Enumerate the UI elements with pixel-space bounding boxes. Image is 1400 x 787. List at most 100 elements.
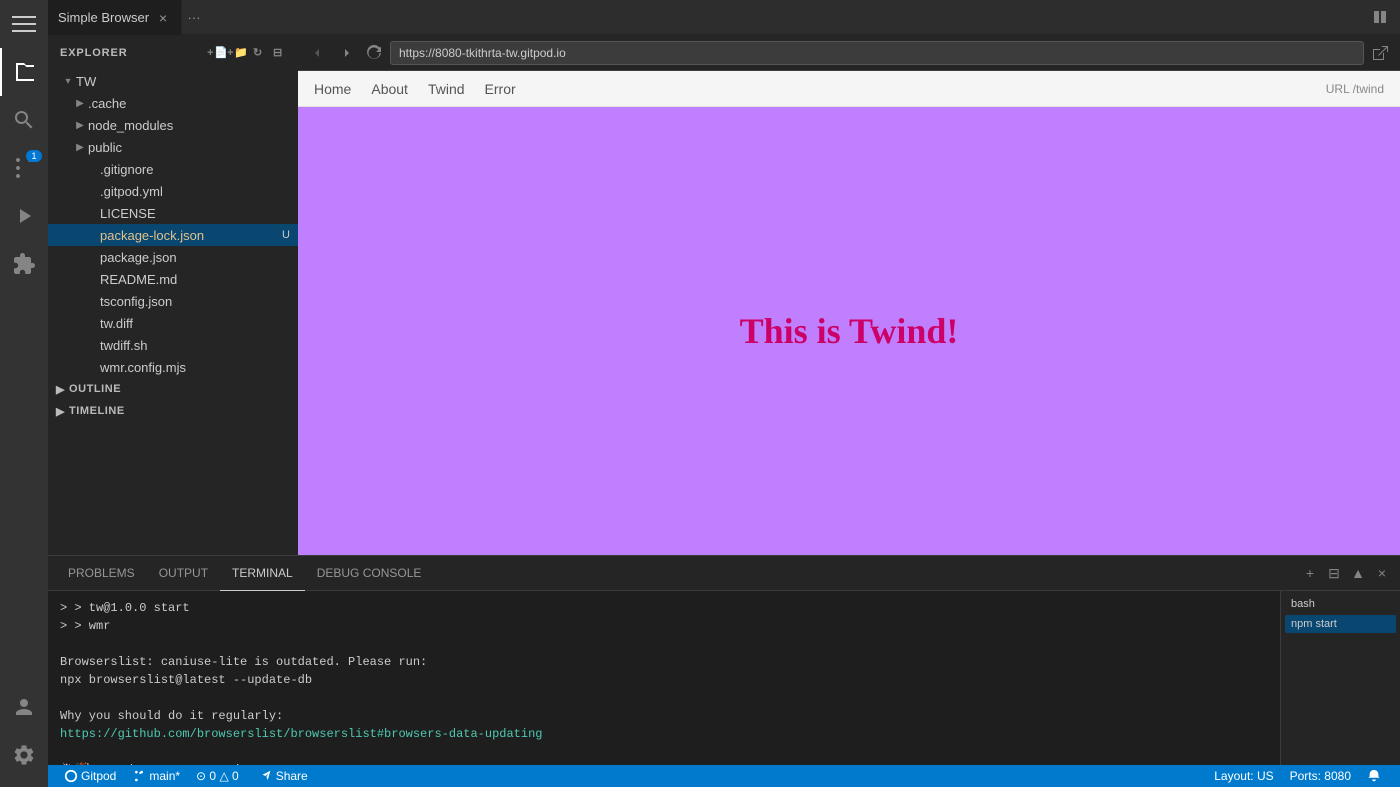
- tree-item-tsconfig[interactable]: tsconfig.json: [48, 290, 298, 312]
- tree-item-gitpod-yml[interactable]: .gitpod.yml: [48, 180, 298, 202]
- tree-item-package-json[interactable]: package.json: [48, 246, 298, 268]
- tree-item-readme[interactable]: README.md: [48, 268, 298, 290]
- explorer-icon[interactable]: [0, 48, 48, 96]
- nav-error-link[interactable]: Error: [485, 81, 516, 97]
- status-layout-label: Layout: US: [1214, 769, 1273, 783]
- tree-item-name: node_modules: [88, 118, 173, 133]
- account-icon[interactable]: [0, 683, 48, 731]
- nav-about-link[interactable]: About: [371, 81, 408, 97]
- file-tree: ▾ TW ▶ .cache ▶ node_modules ▶ public: [48, 70, 298, 555]
- terminal-session-bash[interactable]: bash: [1285, 595, 1396, 613]
- browser-url-display: URL /twind: [1326, 82, 1384, 96]
- nav-twind-link[interactable]: Twind: [428, 81, 465, 97]
- collapse-all-icon[interactable]: ⊟: [270, 45, 286, 61]
- prompt-symbol: >: [60, 601, 74, 615]
- browser-main-heading: This is Twind!: [740, 310, 959, 352]
- tab-output[interactable]: OUTPUT: [147, 556, 220, 591]
- tree-arrow-cache: ▶: [72, 95, 88, 111]
- source-control-icon[interactable]: 1: [0, 144, 48, 192]
- tree-item-name: wmr.config.mjs: [100, 360, 186, 375]
- tab-close-button[interactable]: ×: [155, 10, 171, 26]
- terminal-close-button[interactable]: ×: [1372, 563, 1392, 583]
- tree-item-license[interactable]: LICENSE: [48, 202, 298, 224]
- timeline-arrow: ▶: [56, 405, 65, 418]
- browser-back-button[interactable]: [306, 41, 330, 65]
- tree-item-name: package.json: [100, 250, 177, 265]
- browser-open-external-button[interactable]: [1368, 41, 1392, 65]
- tree-item-cache[interactable]: ▶ .cache: [48, 92, 298, 114]
- status-right: Layout: US Ports: 8080: [1206, 765, 1392, 787]
- terminal-body: > > tw@1.0.0 start > > wmr Browserslist:…: [48, 591, 1400, 765]
- tree-item-name: package-lock.json: [100, 228, 204, 243]
- tree-item-public[interactable]: ▶ public: [48, 136, 298, 158]
- status-errors[interactable]: ⊙ 0 △ 0: [188, 765, 247, 787]
- status-layout[interactable]: Layout: US: [1206, 765, 1281, 787]
- tab-problems[interactable]: PROBLEMS: [56, 556, 147, 591]
- outline-arrow: ▶: [56, 383, 65, 396]
- tree-root-tw[interactable]: ▾ TW: [48, 70, 298, 92]
- terminal-line-blank-2: [60, 689, 1268, 707]
- tree-item-name: .cache: [88, 96, 126, 111]
- terminal-session-npm[interactable]: npm start: [1285, 615, 1396, 633]
- terminal-maximize-button[interactable]: ▲: [1348, 563, 1368, 583]
- timeline-label: TIMELINE: [69, 405, 125, 417]
- main-container: Simple Browser × ··· EXPLORER +📄 +📁 ↻ ⊟: [48, 0, 1400, 787]
- activity-bar: 1: [0, 0, 48, 787]
- tree-item-name: .gitpod.yml: [100, 184, 163, 199]
- split-editor-button[interactable]: [1368, 5, 1392, 29]
- nav-home-link[interactable]: Home: [314, 81, 351, 97]
- tree-item-name: tsconfig.json: [100, 294, 172, 309]
- tab-bar: Simple Browser × ···: [48, 0, 1400, 35]
- status-ports[interactable]: Ports: 8080: [1282, 765, 1359, 787]
- status-ports-label: Ports: 8080: [1290, 769, 1351, 783]
- terminal-tabs: PROBLEMS OUTPUT TERMINAL DEBUG CONSOLE +…: [48, 556, 1400, 591]
- terminal-line-blank-3: [60, 743, 1268, 761]
- status-notifications[interactable]: [1359, 765, 1392, 787]
- tree-item-badge-u: U: [282, 229, 290, 241]
- tree-item-name: tw.diff: [100, 316, 133, 331]
- tree-item-gitignore[interactable]: .gitignore: [48, 158, 298, 180]
- tab-more-button[interactable]: ···: [182, 0, 206, 35]
- refresh-icon[interactable]: ↻: [250, 45, 266, 61]
- browser-refresh-button[interactable]: [362, 41, 386, 65]
- browser-forward-button[interactable]: [334, 41, 358, 65]
- outline-section[interactable]: ▶ OUTLINE: [48, 378, 298, 400]
- new-file-icon[interactable]: +📄: [210, 45, 226, 61]
- terminal-new-button[interactable]: +: [1300, 563, 1320, 583]
- terminal-link[interactable]: https://github.com/browserslist/browsers…: [60, 727, 542, 741]
- new-folder-icon[interactable]: +📁: [230, 45, 246, 61]
- browser-url-input[interactable]: [390, 41, 1364, 65]
- status-gitpod[interactable]: Gitpod: [56, 765, 124, 787]
- run-debug-icon[interactable]: [0, 192, 48, 240]
- extensions-icon[interactable]: [0, 240, 48, 288]
- browser-toolbar: [298, 35, 1400, 71]
- status-branch[interactable]: main*: [124, 765, 188, 787]
- tree-item-twdiff-sh[interactable]: twdiff.sh: [48, 334, 298, 356]
- tab-simple-browser[interactable]: Simple Browser ×: [48, 0, 182, 35]
- tree-item-wmr-config[interactable]: wmr.config.mjs: [48, 356, 298, 378]
- tree-item-package-lock[interactable]: package-lock.json U: [48, 224, 298, 246]
- share-icon: [259, 769, 273, 783]
- tab-label: Simple Browser: [58, 10, 149, 25]
- terminal-content[interactable]: > > tw@1.0.0 start > > wmr Browserslist:…: [48, 591, 1280, 765]
- tree-arrow: ▾: [60, 73, 76, 89]
- settings-icon[interactable]: [0, 731, 48, 779]
- tree-item-name: public: [88, 140, 122, 155]
- tree-item-name: twdiff.sh: [100, 338, 147, 353]
- status-share-btn[interactable]: Share: [251, 765, 316, 787]
- remote-icon: [64, 769, 78, 783]
- timeline-section[interactable]: ▶ TIMELINE: [48, 400, 298, 422]
- menu-icon[interactable]: [0, 0, 48, 48]
- tree-item-tw-diff[interactable]: tw.diff: [48, 312, 298, 334]
- terminal-line-4: npx browserslist@latest --update-db: [60, 671, 1268, 689]
- tab-terminal[interactable]: TERMINAL: [220, 556, 305, 591]
- tab-debug-console[interactable]: DEBUG CONSOLE: [305, 556, 434, 591]
- tree-item-node-modules[interactable]: ▶ node_modules: [48, 114, 298, 136]
- tree-item-name: TW: [76, 74, 96, 89]
- search-icon[interactable]: [0, 96, 48, 144]
- terminal-line-6: https://github.com/browserslist/browsers…: [60, 725, 1268, 743]
- terminal-split-button[interactable]: ⊟: [1324, 563, 1344, 583]
- terminal-tab-actions: + ⊟ ▲ ×: [1300, 563, 1392, 583]
- status-branch-label: main*: [149, 769, 180, 783]
- browser-content: This is Twind!: [298, 107, 1400, 555]
